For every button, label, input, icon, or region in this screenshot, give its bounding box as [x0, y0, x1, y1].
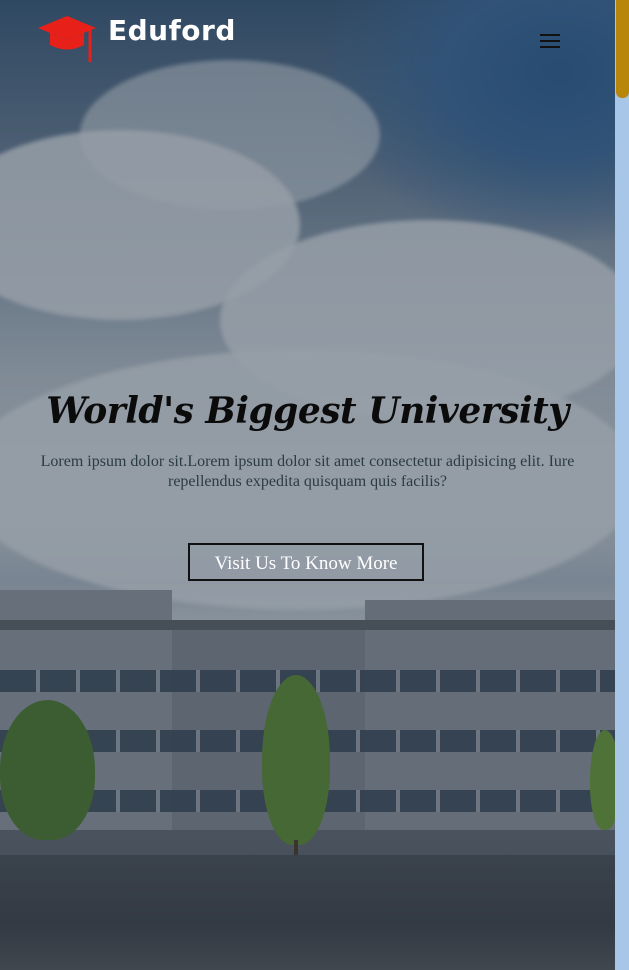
graduation-cap-icon[interactable]: [36, 14, 98, 66]
scrollbar-thumb[interactable]: [616, 0, 629, 98]
hamburger-menu-icon[interactable]: [538, 30, 564, 50]
site-header: Eduford: [0, 0, 615, 70]
hero-description: Lorem ipsum dolor sit.Lorem ipsum dolor …: [40, 453, 575, 490]
scrollbar-track[interactable]: [615, 0, 629, 970]
brand-name[interactable]: Eduford: [108, 14, 236, 47]
visit-us-button[interactable]: Visit Us To Know More: [188, 543, 424, 581]
hero-title: World's Biggest University: [46, 390, 569, 432]
